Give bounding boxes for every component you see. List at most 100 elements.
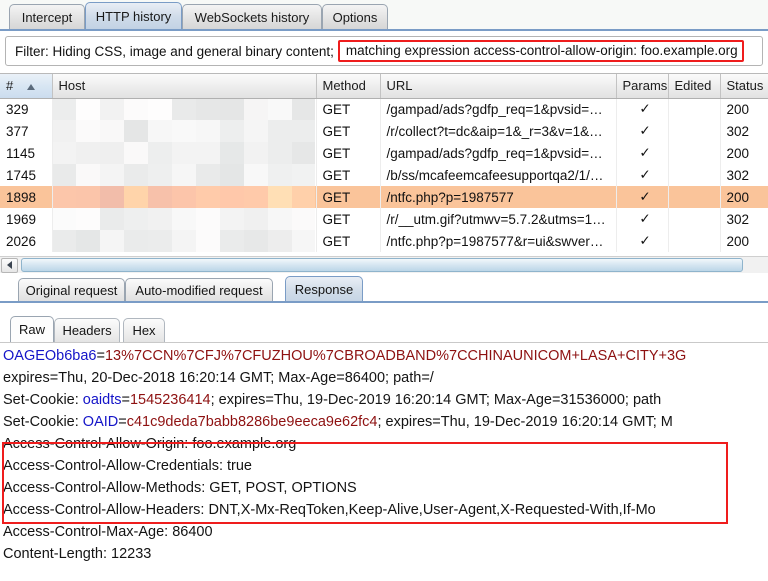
cell-method: GET	[316, 164, 381, 186]
column-header-host[interactable]: Host	[52, 74, 317, 99]
redaction-block	[219, 208, 244, 230]
table-row[interactable]: 1745 GET/b/ss/mcafeemcafeesupportqa2/1/… ✓…	[0, 164, 768, 186]
redaction-block	[52, 98, 77, 120]
redaction-block	[100, 208, 125, 230]
column-header-edited[interactable]: Edited	[668, 74, 721, 99]
table-row[interactable]: 1898GET/ntfc.php?p=1987577✓20013	[0, 186, 768, 208]
column-header-url[interactable]: URL	[380, 74, 617, 99]
message-tab-original-request[interactable]: Original request	[18, 278, 125, 301]
column-header-label: Host	[58, 78, 86, 94]
redaction-block	[219, 98, 244, 120]
cell-edited	[668, 230, 721, 252]
redaction-block	[267, 230, 292, 252]
redaction-block	[219, 230, 244, 252]
column-header-status[interactable]: Status	[720, 74, 768, 99]
filter-prefix-text: Filter: Hiding CSS, image and general bi…	[15, 43, 334, 59]
cell-num: 1898	[0, 186, 53, 208]
redaction-block	[291, 164, 315, 186]
redaction-block	[243, 230, 268, 252]
response-line: Access-Control-Allow-Credentials: true	[0, 455, 768, 477]
redaction-block	[76, 98, 101, 120]
response-text: Access-Control-Allow-Methods: GET, POST,…	[3, 480, 357, 496]
cookie-value: 13%7CCN%7CFJ%7CFUZHOU%7CBROADBAND%7CCHIN…	[104, 348, 687, 364]
redaction-block	[267, 98, 292, 120]
column-header-method[interactable]: Method	[316, 74, 381, 99]
cell-host-redacted	[52, 186, 317, 208]
column-header-label: URL	[386, 78, 413, 94]
cookie-name: oaidts	[82, 392, 122, 408]
table-row[interactable]: 1969 GET/r/__utm.gif?utmwv=5.7.2&utms=1… ✓…	[0, 208, 768, 230]
pixelated-redaction	[52, 142, 315, 164]
redaction-block	[195, 186, 220, 208]
pixelated-redaction	[52, 208, 315, 230]
table-row[interactable]: 1145 GET/gampad/ads?gdfp_req=1&pvsid=… ✓ 20…	[0, 142, 768, 164]
cell-num: 1145	[0, 142, 53, 164]
column-header-params[interactable]: Params	[616, 74, 669, 99]
cell-params: ✓	[616, 142, 669, 164]
top-tab-options[interactable]: Options	[322, 4, 388, 29]
pixelated-redaction	[52, 230, 315, 252]
column-header-num[interactable]: #	[0, 74, 53, 99]
response-line: Access-Control-Allow-Methods: GET, POST,…	[0, 477, 768, 499]
http-history-table: #HostMethodURLParamsEditedStatusLe 329GE…	[0, 74, 768, 252]
table-horizontal-scrollbar[interactable]	[0, 256, 768, 273]
cell-params: ✓	[616, 98, 669, 120]
redaction-block	[76, 164, 101, 186]
column-header-label: #	[6, 78, 14, 94]
cell-method: GET	[316, 98, 381, 120]
redaction-block	[243, 208, 268, 230]
response-line: Set-Cookie: OAID=c41c9deda7babb8286be9ee…	[0, 411, 768, 433]
redaction-block	[267, 208, 292, 230]
top-tab-http-history[interactable]: HTTP history	[85, 2, 182, 29]
top-tab-intercept[interactable]: Intercept	[9, 4, 85, 29]
response-line: Set-Cookie: oaidts=1545236414; expires=T…	[0, 389, 768, 411]
cell-url: /ntfc.php?p=1987577&r=ui&swver…	[380, 230, 617, 252]
table-row[interactable]: 329 GET/gampad/ads?gdfp_req=1&pvsid=… ✓ 200…	[0, 98, 768, 120]
redaction-block	[195, 208, 220, 230]
top-tab-websockets-history[interactable]: WebSockets history	[182, 4, 322, 29]
scroll-left-arrow-icon[interactable]	[1, 257, 18, 273]
redaction-block	[52, 230, 77, 252]
table-row[interactable]: 2026 GET/ntfc.php?p=1987577&r=ui&swver… ✓ 2…	[0, 230, 768, 252]
message-tab-auto-modified-request[interactable]: Auto-modified request	[125, 278, 273, 301]
http-history-table-container[interactable]: #HostMethodURLParamsEditedStatusLe 329GE…	[0, 73, 768, 256]
redaction-block	[243, 186, 268, 208]
response-body-viewer[interactable]: OAGEOb6ba6 = 13%7CCN%7CFJ%7CFUZHOU%7CBROAD…	[0, 345, 768, 581]
column-header-label: Params	[622, 78, 668, 94]
response-view-tab-hex[interactable]: Hex	[123, 318, 165, 342]
column-header-label: Status	[726, 78, 764, 94]
redaction-block	[148, 230, 173, 252]
redaction-block	[148, 164, 173, 186]
table-row[interactable]: 377 GET/r/collect?t=dc&aip=1&_r=3&v=1&… ✓ 3…	[0, 120, 768, 142]
cell-status: 302	[720, 164, 768, 186]
redaction-block	[219, 142, 244, 164]
redaction-block	[243, 164, 268, 186]
redaction-block	[267, 142, 292, 164]
redaction-block	[291, 208, 315, 230]
redaction-block	[291, 230, 315, 252]
cell-url: /gampad/ads?gdfp_req=1&pvsid=…	[380, 98, 617, 120]
cell-status: 302	[720, 120, 768, 142]
cell-params: ✓	[616, 208, 669, 230]
equals-sign: =	[118, 414, 127, 430]
redaction-block	[148, 186, 173, 208]
cookie-name: OAGEOb6ba6	[3, 348, 97, 364]
redaction-block	[100, 186, 125, 208]
filter-bar[interactable]: Filter: Hiding CSS, image and general bi…	[5, 36, 763, 66]
message-tab-response[interactable]: Response	[285, 276, 363, 301]
cell-num: 329	[0, 98, 53, 120]
response-view-tab-headers[interactable]: Headers	[54, 318, 120, 342]
cell-url: /ntfc.php?p=1987577	[380, 186, 617, 208]
cell-url: /gampad/ads?gdfp_req=1&pvsid=…	[380, 142, 617, 164]
cookie-name: OAID	[82, 414, 119, 430]
response-text: Access-Control-Max-Age: 86400	[3, 524, 213, 540]
cell-edited	[668, 142, 721, 164]
redaction-block	[243, 120, 268, 142]
scrollbar-track[interactable]	[19, 257, 767, 273]
cell-edited	[668, 120, 721, 142]
redaction-block	[172, 120, 196, 142]
cell-method: GET	[316, 120, 381, 142]
cookie-attributes: ; expires=Thu, 19-Dec-2019 16:20:14 GMT;…	[210, 392, 662, 408]
scrollbar-thumb[interactable]	[21, 257, 743, 272]
response-view-tab-raw[interactable]: Raw	[10, 316, 54, 342]
